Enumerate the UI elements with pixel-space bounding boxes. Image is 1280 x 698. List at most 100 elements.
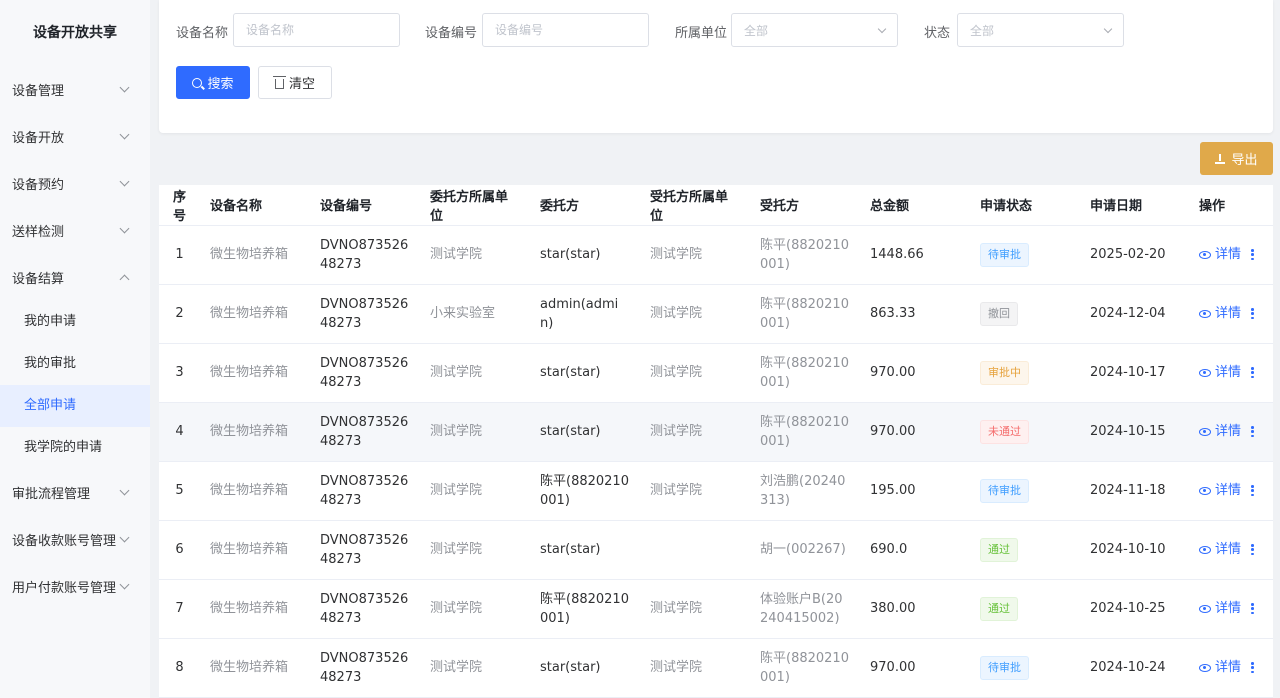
detail-link[interactable]: 详情 xyxy=(1199,245,1241,264)
detail-link[interactable]: 详情 xyxy=(1199,422,1241,441)
device-name-cell: 微生物培养箱 xyxy=(200,343,310,403)
clear-button-label: 清空 xyxy=(288,77,315,92)
sidebar-subitem[interactable]: 全部申请 xyxy=(0,385,150,427)
export-button-label: 导出 xyxy=(1231,153,1258,168)
client-unit-cell: 测试学院 xyxy=(420,343,530,403)
sidebar-subitem[interactable]: 我学院的申请 xyxy=(0,427,150,469)
sidebar-subitem[interactable]: 我的申请 xyxy=(0,301,150,343)
column-header: 受托方所属单位 xyxy=(640,185,750,226)
device-name-cell: 微生物培养箱 xyxy=(200,579,310,639)
client-cell: 陈平(8820210001) xyxy=(530,461,640,521)
amount-cell: 380.00 xyxy=(860,579,970,639)
detail-label: 详情 xyxy=(1215,542,1242,557)
table-row[interactable]: 3 微生物培养箱 DVNO87352648273 测试学院 star(star) 测试学院… xyxy=(159,343,1273,403)
device-name-cell: 微生物培养箱 xyxy=(200,402,310,462)
sidebar-item[interactable]: 审批流程管理 xyxy=(0,469,150,516)
sidebar-item[interactable]: 设备开放 xyxy=(0,113,150,160)
column-header: 申请状态 xyxy=(970,185,1080,226)
trustee-cell: 刘浩鹏(20240313) xyxy=(750,461,860,521)
sidebar-item[interactable]: 设备管理 xyxy=(0,66,150,113)
more-icon[interactable] xyxy=(1251,249,1254,260)
column-header: 受托方 xyxy=(750,185,860,226)
client-cell: admin(admin) xyxy=(530,284,640,344)
sidebar-item-label: 设备管理 xyxy=(12,84,65,99)
chevron-down-icon xyxy=(119,223,130,234)
actions-cell: 详情 xyxy=(1189,461,1273,521)
actions-cell: 详情 xyxy=(1189,402,1273,462)
table-row[interactable]: 5 微生物培养箱 DVNO87352648273 测试学院 陈平(8820210001)… xyxy=(159,461,1273,521)
column-header: 序号 xyxy=(159,185,200,226)
device-name-input[interactable] xyxy=(233,13,400,47)
date-cell: 2024-11-18 xyxy=(1080,461,1189,521)
date-cell: 2024-10-15 xyxy=(1080,402,1189,462)
export-button[interactable]: 导出 xyxy=(1200,142,1273,175)
status-badge: 待审批 xyxy=(980,478,1029,503)
detail-label: 详情 xyxy=(1215,601,1242,616)
row-number: 5 xyxy=(159,461,200,521)
table-row[interactable]: 1 微生物培养箱 DVNO87352648273 测试学院 star(star) 测试学院… xyxy=(159,225,1273,285)
search-button[interactable]: 搜索 xyxy=(176,66,250,99)
client-unit-cell: 测试学院 xyxy=(420,520,530,580)
eye-icon xyxy=(1199,250,1211,259)
detail-link[interactable]: 详情 xyxy=(1199,363,1241,382)
row-number: 2 xyxy=(159,284,200,344)
trustee-cell: 陈平(8820210001) xyxy=(750,402,860,462)
row-number: 3 xyxy=(159,343,200,403)
detail-label: 详情 xyxy=(1215,424,1242,439)
more-icon[interactable] xyxy=(1251,662,1254,673)
actions: 详情 xyxy=(1199,363,1263,382)
status-badge: 待审批 xyxy=(980,242,1029,267)
actions: 详情 xyxy=(1199,658,1263,677)
trustee-unit-cell: 测试学院 xyxy=(640,343,750,403)
client-cell: star(star) xyxy=(530,343,640,403)
more-icon[interactable] xyxy=(1251,426,1254,437)
actions-cell: 详情 xyxy=(1189,520,1273,580)
client-unit-cell: 小来实验室 xyxy=(420,284,530,344)
sidebar-item[interactable]: 设备收款账号管理 xyxy=(0,516,150,563)
sidebar-item[interactable]: 用户付款账号管理 xyxy=(0,563,150,610)
device-name-label: 设备名称 xyxy=(176,26,229,41)
trustee-unit-cell: 测试学院 xyxy=(640,225,750,285)
table-row[interactable]: 4 微生物培养箱 DVNO87352648273 测试学院 star(star) 测试学院… xyxy=(159,402,1273,462)
unit-select[interactable]: 全部 xyxy=(731,13,898,47)
detail-link[interactable]: 详情 xyxy=(1199,599,1241,618)
sidebar-item[interactable]: 设备预约 xyxy=(0,160,150,207)
status-select[interactable]: 全部 xyxy=(957,13,1124,47)
client-cell: star(star) xyxy=(530,520,640,580)
more-icon[interactable] xyxy=(1251,485,1254,496)
detail-link[interactable]: 详情 xyxy=(1199,481,1241,500)
sidebar-subitem[interactable]: 我的审批 xyxy=(0,343,150,385)
device-name-cell: 微生物培养箱 xyxy=(200,520,310,580)
sidebar-item[interactable]: 设备结算 xyxy=(0,254,150,301)
sidebar-item-label: 设备结算 xyxy=(12,272,65,287)
detail-link[interactable]: 详情 xyxy=(1199,540,1241,559)
detail-link[interactable]: 详情 xyxy=(1199,658,1241,677)
device-name-cell: 微生物培养箱 xyxy=(200,284,310,344)
status-cell: 通过 xyxy=(970,520,1080,580)
status-cell: 待审批 xyxy=(970,638,1080,698)
clear-button[interactable]: 清空 xyxy=(258,66,332,99)
more-icon[interactable] xyxy=(1251,367,1254,378)
eye-icon xyxy=(1199,545,1211,554)
more-icon[interactable] xyxy=(1251,308,1254,319)
detail-label: 详情 xyxy=(1215,306,1242,321)
column-header: 总金额 xyxy=(860,185,970,226)
device-code-input[interactable] xyxy=(482,13,649,47)
trash-icon xyxy=(272,75,286,89)
table-row[interactable]: 2 微生物培养箱 DVNO87352648273 小来实验室 admin(admin) 测… xyxy=(159,284,1273,344)
table-row[interactable]: 6 微生物培养箱 DVNO87352648273 测试学院 star(star) 胡一(0… xyxy=(159,520,1273,580)
client-unit-cell: 测试学院 xyxy=(420,461,530,521)
detail-link[interactable]: 详情 xyxy=(1199,304,1241,323)
sidebar-item[interactable]: 送样检测 xyxy=(0,207,150,254)
app-title: 设备开放共享 xyxy=(33,25,117,41)
eye-icon xyxy=(1199,309,1211,318)
more-icon[interactable] xyxy=(1251,544,1254,555)
chevron-down-icon xyxy=(119,82,130,93)
table-row[interactable]: 8 微生物培养箱 DVNO87352648273 测试学院 star(star) 测试学院… xyxy=(159,638,1273,698)
sidebar-item-label: 用户付款账号管理 xyxy=(12,581,117,596)
device-code-cell: DVNO87352648273 xyxy=(310,284,420,344)
date-cell: 2025-02-20 xyxy=(1080,225,1189,285)
more-icon[interactable] xyxy=(1251,603,1254,614)
table-row[interactable]: 7 微生物培养箱 DVNO87352648273 测试学院 陈平(8820210001)… xyxy=(159,579,1273,639)
chevron-down-icon xyxy=(119,485,130,496)
